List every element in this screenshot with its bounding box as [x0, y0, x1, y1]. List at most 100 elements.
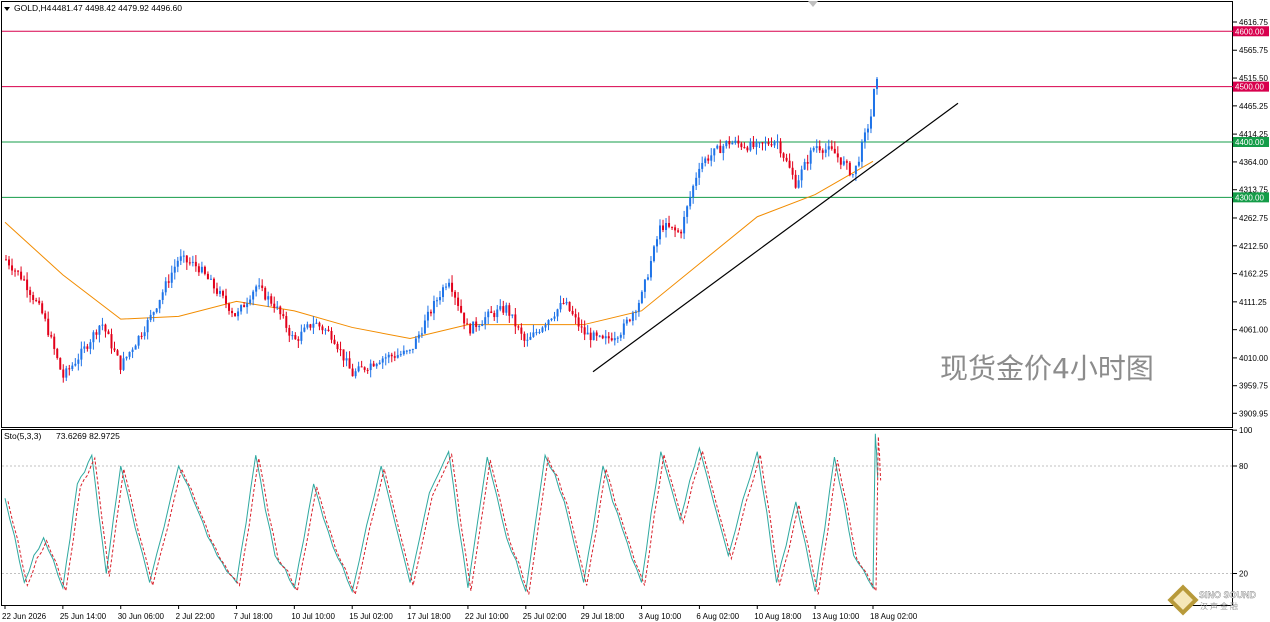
time-axis-label: 10 Aug 18:00: [754, 612, 802, 621]
candle-body: [695, 177, 698, 186]
time-axis-label: 25 Jun 14:00: [60, 612, 107, 621]
candle-body: [710, 155, 713, 161]
candle-body: [113, 348, 116, 351]
candle-body: [583, 327, 586, 335]
candle-body: [740, 143, 743, 148]
candle-body: [315, 322, 318, 324]
candle-body: [152, 312, 155, 315]
candle-body: [842, 161, 845, 165]
candle-body: [529, 336, 532, 340]
candle-body: [321, 326, 324, 331]
time-axis-label: 17 Jul 18:00: [407, 612, 451, 621]
price-axis-label: 4010.00: [1239, 354, 1268, 363]
candle-body: [273, 303, 276, 308]
candle-body: [300, 331, 303, 341]
candle-body: [568, 301, 571, 311]
candle-body: [502, 306, 505, 313]
candle-body: [429, 311, 432, 314]
candle-body: [764, 142, 767, 144]
candle-body: [622, 323, 625, 335]
chart-watermark: 现货金价4小时图: [940, 352, 1154, 385]
symbol-label: GOLD,H4: [14, 3, 52, 13]
candle-body: [824, 149, 827, 153]
time-axis-label: 10 Jul 10:00: [291, 612, 335, 621]
candle-body: [722, 146, 725, 153]
candle-body: [827, 146, 830, 150]
candle-body: [692, 185, 695, 198]
candle-body: [200, 266, 203, 273]
candle-body: [246, 303, 249, 308]
candle-body: [191, 261, 194, 263]
candle-body: [851, 174, 854, 176]
candle-body: [728, 140, 731, 145]
candle-body: [466, 323, 469, 325]
candle-body: [782, 153, 785, 158]
candle-body: [249, 299, 252, 304]
candle-body: [631, 312, 634, 321]
candle-body: [59, 357, 62, 370]
candle-body: [496, 309, 499, 318]
candle-body: [146, 320, 149, 333]
candle-body: [761, 142, 764, 144]
candle-body: [86, 346, 89, 349]
candle-body: [426, 311, 429, 321]
candle-body: [23, 279, 26, 281]
candle-body: [866, 128, 869, 133]
time-axis-label: 7 Jul 18:00: [233, 612, 273, 621]
candle-body: [580, 326, 583, 328]
candle-body: [276, 306, 279, 308]
candle-body: [411, 348, 414, 350]
candle-body: [396, 355, 399, 358]
price-axis: 4616.754565.754515.504465.254414.254364.…: [1233, 18, 1268, 418]
candle-body: [318, 322, 321, 327]
candle-body: [14, 270, 17, 272]
candle-body: [493, 313, 496, 318]
candle-body: [384, 357, 387, 359]
candle-body: [420, 333, 423, 335]
candle-body: [704, 158, 707, 163]
candle-body: [616, 337, 619, 339]
candle-body: [818, 146, 821, 151]
candle-body: [535, 332, 538, 334]
price-axis-label: 4465.25: [1239, 102, 1268, 111]
candle-body: [26, 279, 29, 291]
candle-body: [610, 338, 613, 341]
candle-body: [83, 346, 86, 349]
candle-body: [209, 278, 212, 280]
stoch-axis-label: 20: [1239, 570, 1248, 579]
candle-body: [234, 313, 237, 317]
candle-body: [674, 227, 677, 231]
candle-body: [731, 142, 734, 145]
candle-body: [876, 78, 878, 89]
candle-body: [803, 162, 806, 170]
candle-body: [743, 147, 746, 149]
candle-body: [652, 246, 655, 262]
candle-body: [586, 332, 589, 335]
candle-body: [252, 291, 255, 300]
candle-body: [38, 300, 41, 304]
candle-body: [29, 290, 32, 296]
candle-body: [848, 162, 851, 176]
candle-body: [628, 319, 631, 321]
candle-body: [399, 354, 402, 356]
candle-body: [309, 324, 312, 328]
candle-body: [155, 308, 158, 313]
candle-body: [637, 302, 640, 312]
candle-body: [35, 299, 38, 301]
candle-body: [267, 296, 270, 300]
candle-body: [746, 147, 749, 151]
candle-body: [472, 321, 475, 334]
candle-body: [469, 324, 472, 334]
candle-body: [80, 348, 83, 360]
candle-body: [116, 350, 119, 356]
logo-text-en: SINO SOUND: [1199, 590, 1257, 600]
candle-body: [167, 281, 170, 283]
candle-body: [541, 327, 544, 332]
candle-body: [414, 338, 417, 349]
candle-body: [366, 369, 369, 371]
price-axis-label: 4162.25: [1239, 270, 1268, 279]
candle-body: [390, 354, 393, 357]
candle-body: [794, 174, 797, 188]
candle-body: [8, 259, 11, 266]
candle-body: [752, 141, 755, 148]
